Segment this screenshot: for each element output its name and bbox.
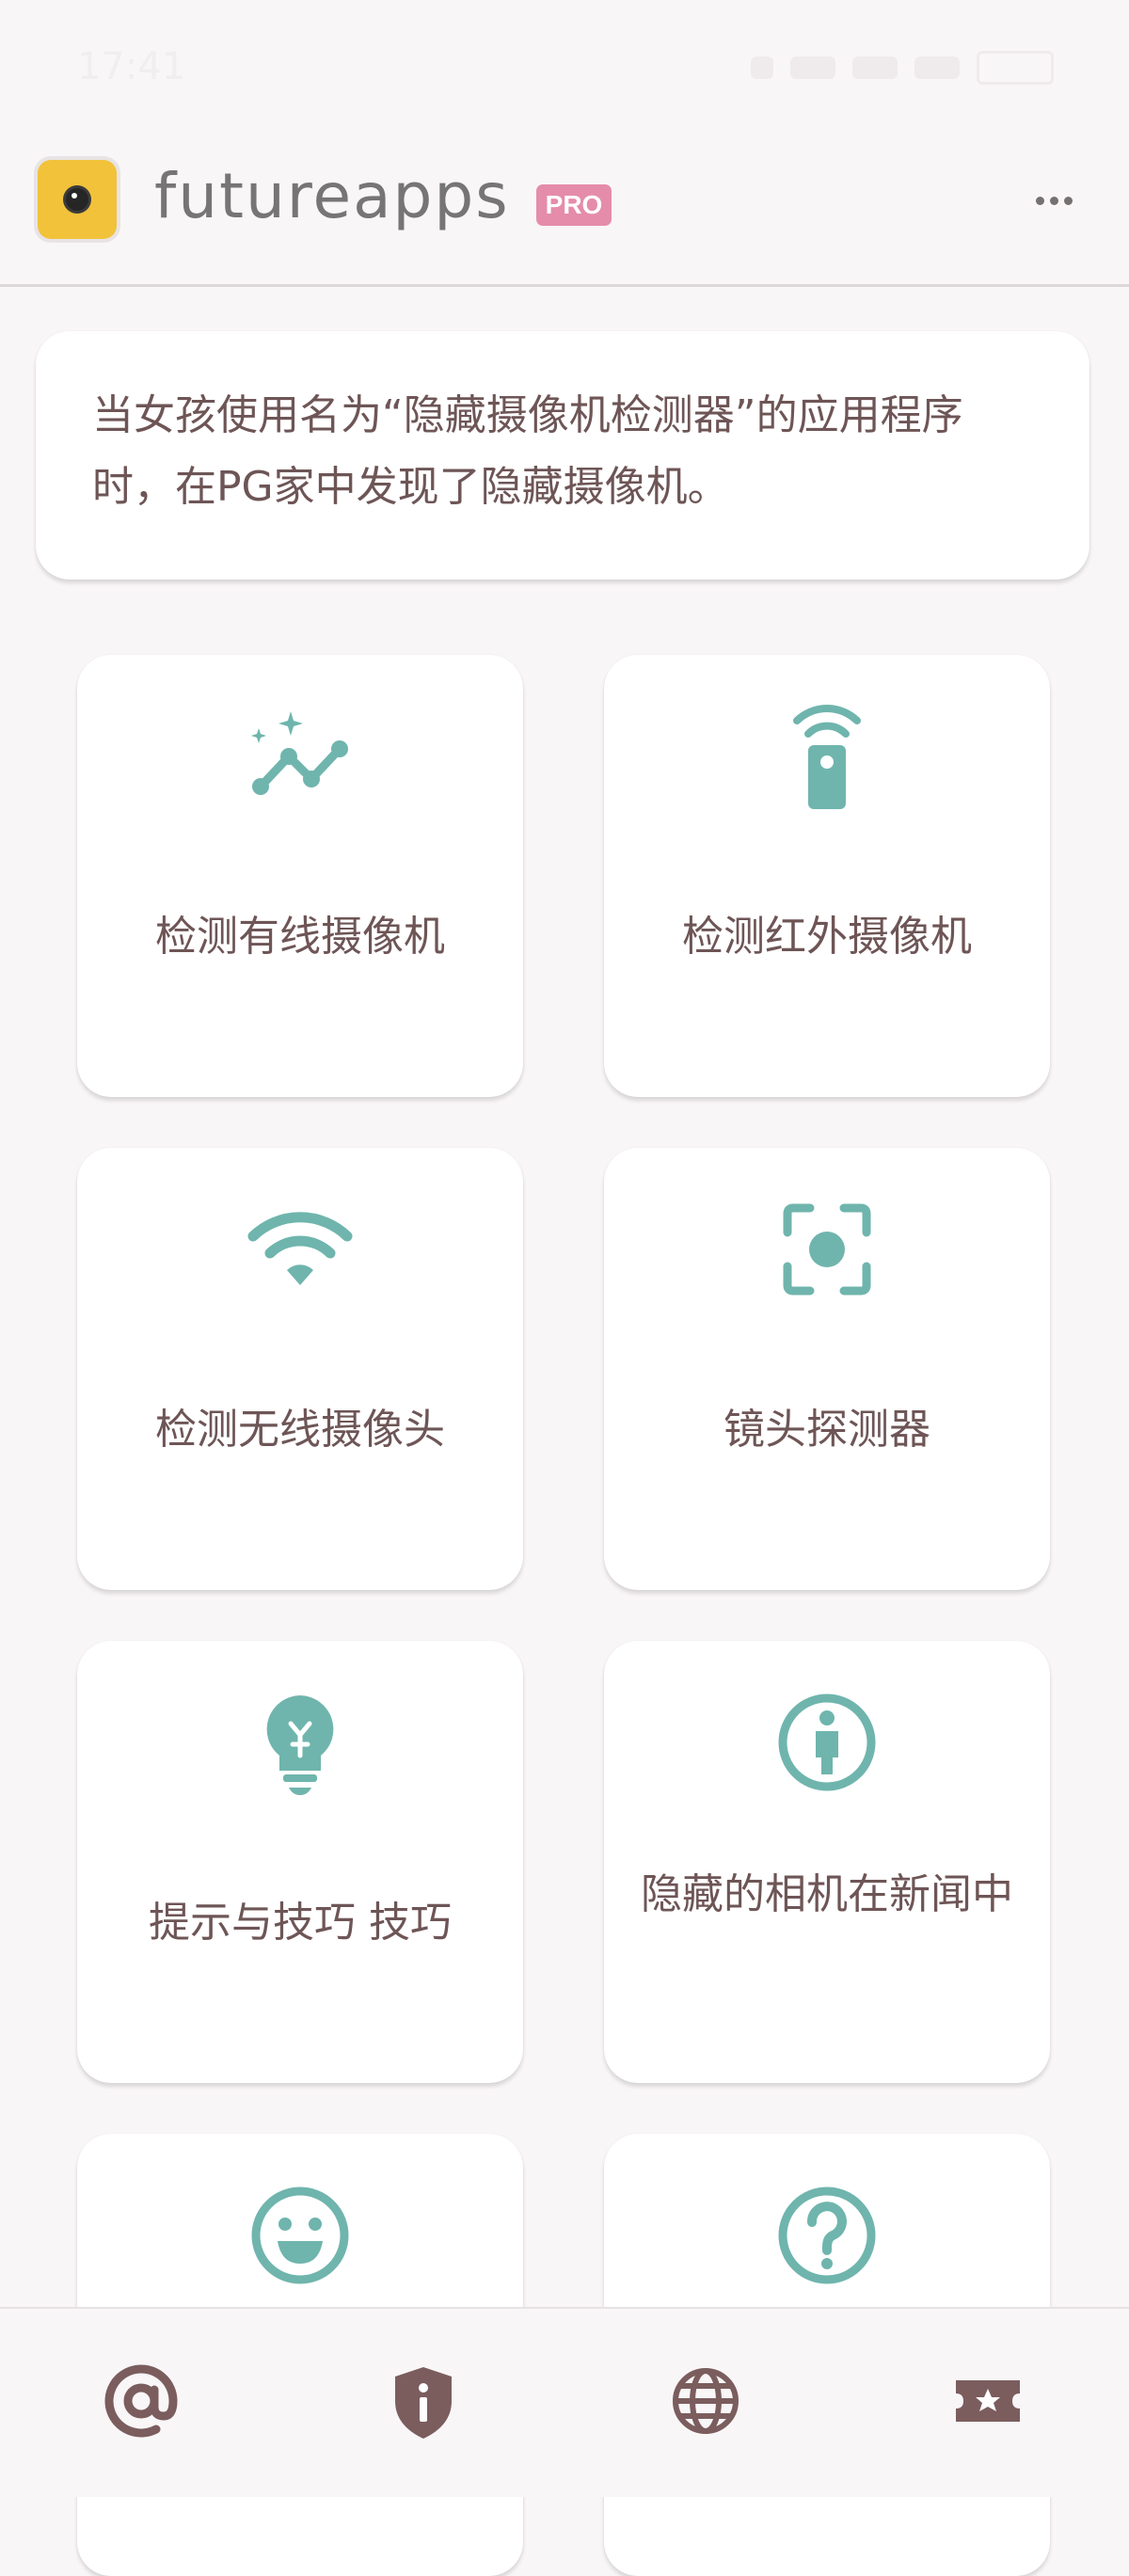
lightbulb-icon (266, 1695, 334, 1795)
card-label: 检测红外摄像机 (682, 913, 972, 961)
nav-premium[interactable] (941, 2354, 1035, 2448)
person-info-icon (778, 1693, 876, 1791)
wifi-icon (247, 1212, 353, 1285)
hidden-camera-news-card[interactable]: 隐藏的相机在新闻中 (604, 1641, 1050, 2083)
bottom-navigation (0, 2307, 1129, 2497)
more-options-button[interactable] (1016, 169, 1091, 231)
nav-about[interactable] (376, 2354, 470, 2448)
status-bar: 17:41 (0, 0, 1129, 141)
battery-icon (977, 51, 1054, 85)
status-time: 17:41 (77, 45, 186, 88)
pro-badge[interactable]: PRO (536, 184, 612, 226)
card-label: 镜头探测器 (724, 1406, 930, 1454)
sparkle-trend-icon (251, 711, 348, 795)
card-label: 检测有线摄像机 (155, 913, 445, 961)
wifi-status-icon (790, 56, 835, 79)
camera-lens-icon (66, 188, 88, 211)
tips-and-tricks-card[interactable]: 提示与技巧 技巧 (77, 1641, 523, 2083)
app-logo (38, 160, 117, 239)
card-label: 检测无线摄像头 (155, 1406, 445, 1454)
ticket-star-icon (956, 2380, 1020, 2422)
at-sign-icon (104, 2364, 178, 2438)
detect-wireless-camera-card[interactable]: 检测无线摄像头 (77, 1148, 523, 1590)
more-dot (1063, 196, 1073, 205)
signal-icon-2 (914, 56, 960, 79)
signal-icon (852, 56, 898, 79)
nav-language[interactable] (659, 2354, 753, 2448)
card-label: 隐藏的相机在新闻中 (641, 1870, 1013, 1918)
infrared-remote-icon (793, 705, 861, 809)
description-card: 当女孩使用名为“隐藏摄像机检测器”的应用程序时，在PG家中发现了隐藏摄像机。 (36, 331, 1089, 580)
status-icons (715, 49, 1054, 87)
shield-info-icon (395, 2367, 452, 2439)
detect-infrared-camera-card[interactable]: 检测红外摄像机 (604, 655, 1050, 1097)
detect-wired-camera-card[interactable]: 检测有线摄像机 (77, 655, 523, 1097)
lens-detector-card[interactable]: 镜头探测器 (604, 1148, 1050, 1590)
more-dot (1049, 196, 1058, 205)
help-circle-icon (778, 2186, 876, 2284)
bluetooth-icon (751, 56, 773, 79)
app-title: futureapps (154, 160, 510, 232)
more-horizontal-icon (1035, 196, 1044, 205)
smiley-icon (251, 2186, 349, 2284)
app-header: futureapps PRO (0, 141, 1129, 287)
card-label: 提示与技巧 技巧 (149, 1899, 452, 1947)
nav-contact[interactable] (94, 2354, 188, 2448)
description-text: 当女孩使用名为“隐藏摄像机检测器”的应用程序时，在PG家中发现了隐藏摄像机。 (92, 391, 963, 511)
globe-icon (673, 2368, 739, 2434)
focus-target-icon (783, 1203, 871, 1296)
